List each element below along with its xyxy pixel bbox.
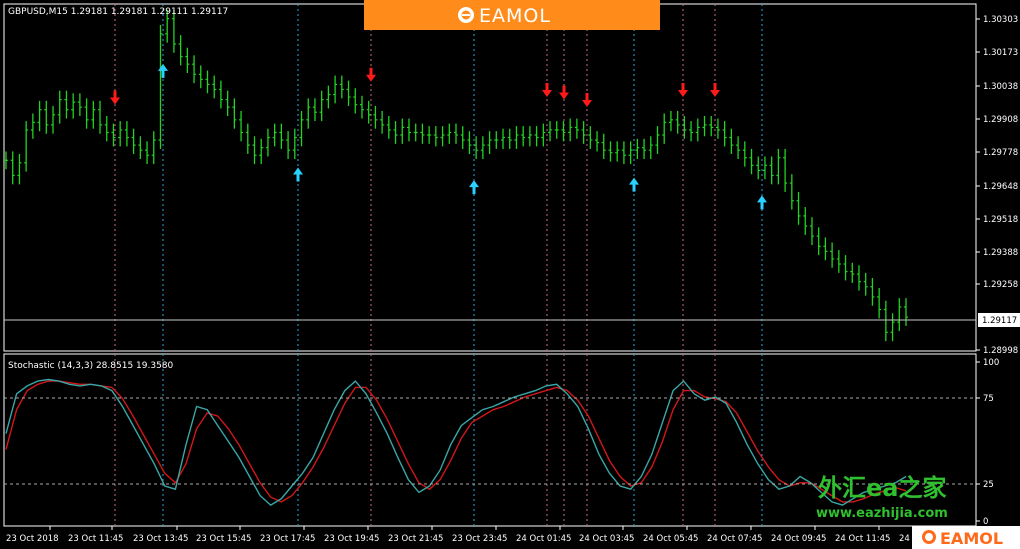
buy-arrow-icon bbox=[293, 167, 303, 182]
buy-arrow-icon bbox=[757, 195, 767, 210]
corner-brand-name: EAMOL bbox=[940, 529, 1003, 548]
watermark-title: 外汇ea之家 bbox=[818, 474, 946, 502]
corner-brand-icon bbox=[922, 530, 936, 544]
time-tick-label: 23 Oct 19:45 bbox=[324, 534, 379, 544]
price-tick-label: 1.30038 bbox=[983, 82, 1018, 92]
time-tick-label: 24 Oct 07:45 bbox=[707, 534, 762, 544]
sell-arrow-icon bbox=[710, 82, 720, 97]
price-tick-label: 1.29388 bbox=[983, 248, 1018, 258]
price-tick-label: 1.29258 bbox=[983, 280, 1018, 290]
price-tick-label: 1.28998 bbox=[983, 346, 1018, 356]
stoch-axis: 100 75 25 0 bbox=[976, 358, 999, 527]
indicator-label: Stochastic (14,3,3) 28.8515 19.3580 bbox=[8, 361, 174, 371]
stoch-tick-label: 0 bbox=[983, 517, 988, 527]
sell-arrow-icon bbox=[559, 85, 569, 100]
sell-arrow-icon bbox=[110, 90, 120, 105]
time-tick-label: 23 Oct 2018 bbox=[6, 534, 59, 544]
price-tick-label: 1.30173 bbox=[983, 48, 1018, 58]
price-tick-label: 1.29518 bbox=[983, 215, 1018, 225]
brand-name: EAMOL bbox=[479, 5, 551, 27]
watermark-url: www.eazhijia.com bbox=[816, 506, 948, 521]
time-tick-label: 23 Oct 15:45 bbox=[196, 534, 251, 544]
price-axis: 1.30303 1.30173 1.30038 1.29908 1.29778 1.296… bbox=[976, 15, 1018, 356]
price-tick-label: 1.29908 bbox=[983, 115, 1018, 125]
time-tick-label: 24 Oct 03:45 bbox=[579, 534, 634, 544]
time-tick-label: 23 Oct 11:45 bbox=[68, 534, 123, 544]
symbol-label: GBPUSD,M15 1.29181 1.29181 1.29111 1.291… bbox=[8, 7, 228, 17]
time-tick-label: 23 Oct 13:45 bbox=[133, 534, 188, 544]
sell-arrow-icon bbox=[366, 67, 376, 82]
time-tick-label: 24 Oct 01:45 bbox=[516, 534, 571, 544]
buy-arrow-icon bbox=[629, 177, 639, 192]
stoch-tick-label: 75 bbox=[983, 394, 994, 404]
sell-arrow-icon bbox=[542, 82, 552, 97]
time-tick-label: 24 Oct 09:45 bbox=[771, 534, 826, 544]
chart-window[interactable]: 1.29117 GBPUSD,M15 1.29181 1.29181 1.291… bbox=[0, 0, 1020, 549]
price-panel[interactable] bbox=[3, 3, 977, 352]
buy-arrow-icon bbox=[158, 63, 168, 78]
stoch-tick-label: 100 bbox=[983, 358, 999, 368]
brand-logo-icon bbox=[458, 7, 474, 23]
time-tick-label: 23 Oct 23:45 bbox=[452, 534, 507, 544]
time-tick-label: 24 Oct 11:45 bbox=[835, 534, 890, 544]
time-tick-label: 24 bbox=[899, 534, 910, 544]
price-tick-label: 1.29778 bbox=[983, 148, 1018, 158]
sell-arrow-icon bbox=[582, 93, 592, 108]
price-tick-label: 1.30303 bbox=[983, 15, 1018, 25]
time-tick-label: 24 Oct 05:45 bbox=[643, 534, 698, 544]
time-axis: 23 Oct 2018 23 Oct 11:45 23 Oct 13:45 23 Oc… bbox=[6, 526, 944, 544]
sell-arrow-icon bbox=[678, 82, 688, 97]
price-tick-label: 1.29648 bbox=[983, 182, 1018, 192]
time-tick-label: 23 Oct 21:45 bbox=[388, 534, 443, 544]
time-tick-label: 23 Oct 17:45 bbox=[260, 534, 315, 544]
stoch-tick-label: 25 bbox=[983, 480, 994, 490]
buy-arrow-icon bbox=[469, 180, 479, 195]
current-price-text: 1.29117 bbox=[982, 316, 1017, 326]
